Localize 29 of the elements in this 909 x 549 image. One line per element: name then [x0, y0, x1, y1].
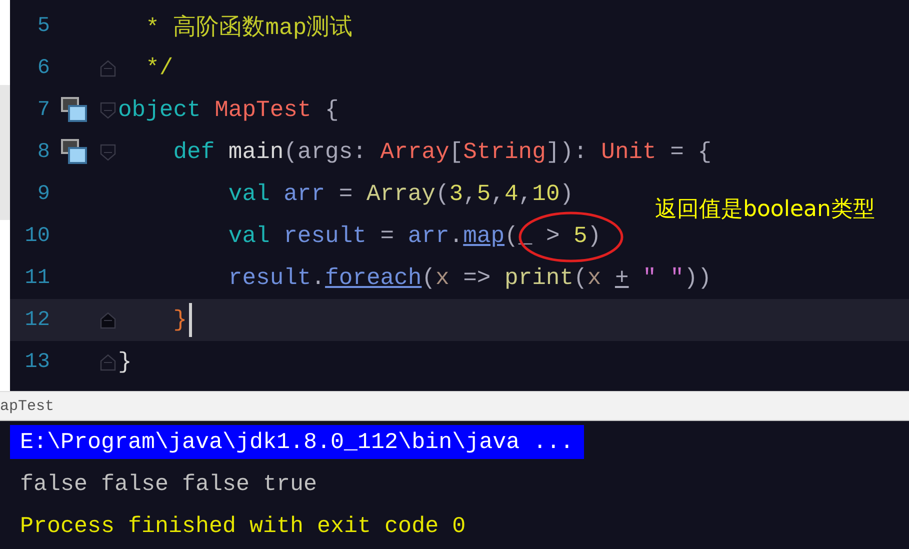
- code-line: * 高阶函数map测试: [144, 14, 353, 42]
- code-line: val arr = Array(3,5,4,10): [227, 181, 574, 207]
- line-number: 7: [36, 98, 50, 122]
- line-number: 8: [36, 140, 50, 164]
- line-number: 6: [36, 56, 50, 80]
- line-number: 11: [24, 266, 50, 290]
- run-config-icon[interactable]: [61, 139, 87, 165]
- fold-marker-icon[interactable]: [99, 310, 117, 330]
- code-line: }: [118, 349, 132, 375]
- line-number: 10: [24, 224, 50, 248]
- console-line: Process finished with exit code 0: [19, 512, 467, 541]
- fold-marker-icon[interactable]: [99, 352, 117, 372]
- text-cursor: [189, 303, 192, 337]
- annotation-text: 返回值是boolean类型: [655, 196, 876, 224]
- line-number: 13: [24, 350, 50, 374]
- fold-marker-icon[interactable]: [99, 100, 117, 120]
- console-tab[interactable]: apTest: [0, 398, 54, 414]
- fold-marker-icon[interactable]: [99, 58, 117, 78]
- code-line: result.foreach(x => print(x + " ")): [227, 265, 712, 291]
- fold-marker-icon[interactable]: [99, 142, 117, 162]
- console-line: false false false true: [19, 470, 318, 499]
- line-number: 5: [36, 14, 50, 38]
- run-config-icon[interactable]: [61, 97, 87, 123]
- code-line: */: [144, 55, 174, 81]
- code-line: object MapTest {: [118, 97, 339, 123]
- code-line: }: [172, 307, 188, 333]
- code-line: def main(args: Array[String]): Unit = {: [172, 139, 712, 165]
- line-number: 12: [24, 308, 50, 332]
- line-number: 9: [36, 182, 50, 206]
